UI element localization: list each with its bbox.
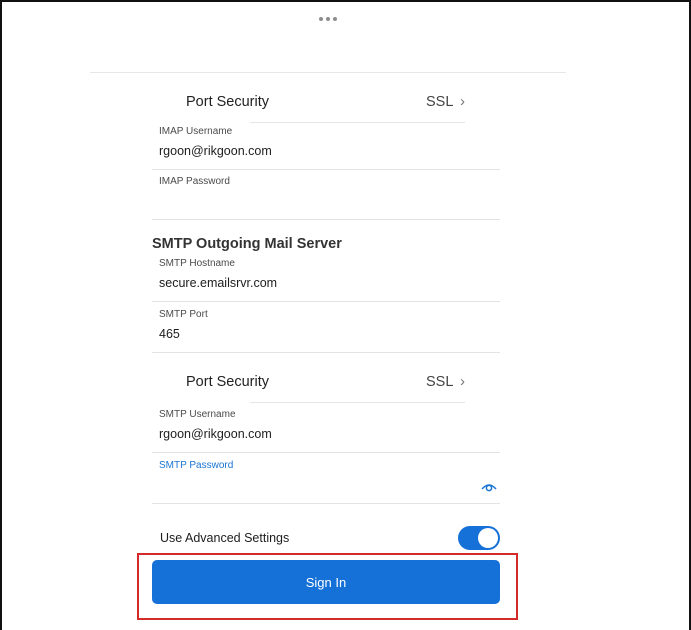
smtp-username-label: SMTP Username [159,409,236,420]
smtp-port-field[interactable]: SMTP Port 465 [152,303,500,353]
field-underline [152,219,500,220]
advanced-settings-toggle[interactable] [458,526,500,550]
smtp-hostname-label: SMTP Hostname [159,258,235,269]
field-underline [152,352,500,353]
smtp-port-label: SMTP Port [159,309,208,320]
smtp-hostname-field[interactable]: SMTP Hostname secure.emailsrvr.com [152,252,500,302]
toggle-knob [478,528,498,548]
imap-username-value: rgoon@rikgoon.com [159,144,272,158]
imap-username-label: IMAP Username [159,126,233,137]
imap-port-security-label: Port Security [186,94,269,110]
field-underline [152,301,500,302]
smtp-password-label: SMTP Password [159,460,234,471]
smtp-port-security-label: Port Security [186,374,269,390]
sign-in-label: Sign In [305,574,347,590]
more-dots-icon[interactable] [317,15,339,23]
imap-password-label: IMAP Password [159,176,230,187]
smtp-port-value: 465 [159,327,180,341]
advanced-settings-label: Use Advanced Settings [160,531,290,545]
smtp-hostname-value: secure.emailsrvr.com [159,276,278,290]
smtp-username-field[interactable]: SMTP Username rgoon@rikgoon.com [152,403,500,453]
imap-password-field[interactable]: IMAP Password [152,170,500,220]
smtp-port-security-value: SSL [426,374,454,390]
smtp-username-value: rgoon@rikgoon.com [159,427,272,441]
imap-port-security-row[interactable]: Port Security SSL › [150,82,500,123]
field-underline [152,503,500,504]
smtp-section-title: SMTP Outgoing Mail Server [152,236,342,252]
chevron-right-icon: › [460,93,465,110]
smtp-port-security-row[interactable]: Port Security SSL › [150,362,500,403]
chevron-right-icon: › [460,373,465,390]
sign-in-button[interactable]: Sign In [152,560,500,604]
smtp-password-field[interactable]: SMTP Password [152,454,500,504]
imap-port-security-value: SSL [426,94,454,110]
top-divider [90,72,566,73]
eye-icon[interactable] [481,480,497,492]
imap-username-field[interactable]: IMAP Username rgoon@rikgoon.com [152,120,500,170]
field-underline [152,452,500,453]
